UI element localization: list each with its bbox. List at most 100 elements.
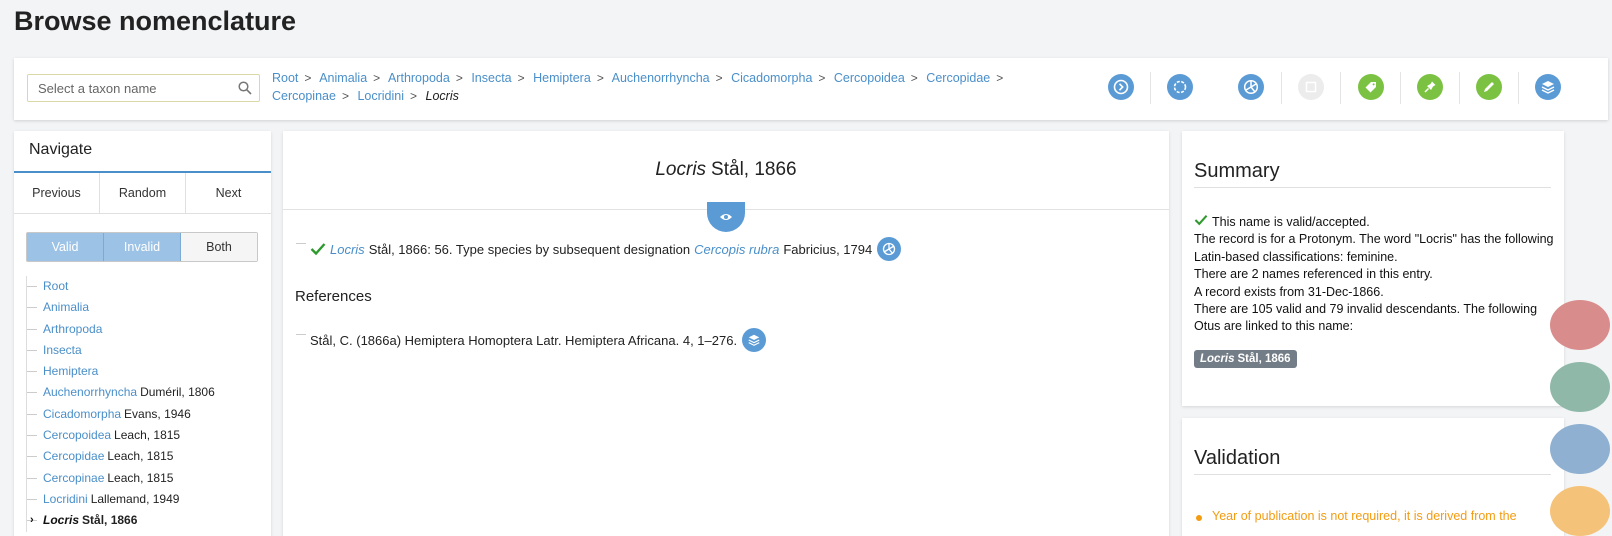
tree-item-link[interactable]: Insecta <box>43 343 82 357</box>
filter-both-button[interactable]: Both <box>181 233 257 261</box>
tree-item-link[interactable]: Auchenorrhyncha <box>43 385 137 399</box>
radial-annotator-icon[interactable] <box>1167 74 1193 100</box>
breadcrumb-separator: > <box>455 71 463 85</box>
page-title: Browse nomenclature <box>14 6 297 36</box>
summary-line: The record is for a Protonym. The word "… <box>1194 232 1554 264</box>
tree-item: Cicadomorpha Evans, 1946 <box>27 404 261 425</box>
summary-text: This name is valid/accepted. The record … <box>1194 214 1554 336</box>
tree-item-link[interactable]: Cercopidae <box>43 449 104 463</box>
record-genus-link[interactable]: Locris <box>330 242 365 257</box>
breadcrumb-separator: > <box>341 88 349 103</box>
tree-item: Arthropoda <box>27 319 261 340</box>
breadcrumb-link[interactable]: Cercopinae <box>272 89 336 103</box>
breadcrumb-link[interactable]: Animalia <box>319 71 367 85</box>
tree-item-link[interactable]: Cercopoidea <box>43 428 111 442</box>
type-species-author: Fabricius, 1794 <box>783 241 873 257</box>
tree-item-author: Duméril, 1806 <box>140 385 215 400</box>
top-bar: Root > Animalia > Arthropoda > Insecta > Hem… <box>14 58 1608 120</box>
tree-item-link[interactable]: Locridini <box>43 492 88 506</box>
previous-button[interactable]: Previous <box>14 173 100 213</box>
breadcrumb-link[interactable]: Arthropoda <box>388 71 450 85</box>
tree-item-link[interactable]: Cercopinae <box>43 471 104 485</box>
tree-item: Locridini Lallemand, 1949 <box>27 489 261 510</box>
tree-item-link[interactable]: Animalia <box>43 300 89 314</box>
next-button[interactable]: Next <box>186 173 271 213</box>
main-panel: Locris Stål, 1866 Locris Stål, 1866: 56.… <box>283 131 1169 536</box>
filter-invalid-button[interactable]: Invalid <box>104 233 181 261</box>
tree-item: Animalia <box>27 297 261 318</box>
breadcrumb-link[interactable]: Cicadomorpha <box>731 71 812 85</box>
radial-object-icon[interactable] <box>1238 74 1264 100</box>
tree-item-link[interactable]: Arthropoda <box>43 322 102 336</box>
tree-current-name: Locris <box>43 513 80 528</box>
otu-author: Stål, 1866 <box>1237 353 1291 365</box>
random-button[interactable]: Random <box>100 173 186 213</box>
pencil-icon[interactable] <box>1476 74 1502 100</box>
breadcrumb-link[interactable]: Auchenorrhyncha <box>612 71 710 85</box>
floating-action-button[interactable] <box>1550 486 1610 536</box>
layers-icon[interactable] <box>742 328 767 352</box>
summary-panel: Summary This name is valid/accepted. The… <box>1182 131 1564 406</box>
otu-badge[interactable]: Locris Stål, 1866 <box>1194 350 1297 368</box>
tree-item: Cercopidae Leach, 1815 <box>27 446 261 467</box>
taxon-search[interactable] <box>27 74 260 102</box>
breadcrumb-separator: > <box>910 71 918 85</box>
search-icon[interactable] <box>238 81 252 95</box>
validation-title: Validation <box>1194 447 1551 475</box>
taxon-title-author: Stål, 1866 <box>711 159 797 180</box>
validation-message: Year of publication is not required, it … <box>1212 509 1517 523</box>
taxon-title: Locris Stål, 1866 <box>283 131 1169 210</box>
tree-item: Insecta <box>27 340 261 361</box>
floating-action-button[interactable] <box>1550 362 1610 412</box>
breadcrumb-separator: > <box>304 71 312 85</box>
tree-item-link[interactable]: Root <box>43 279 68 293</box>
pin-icon[interactable] <box>1417 74 1443 100</box>
otu-genus: Locris <box>1200 353 1235 365</box>
references-title: References <box>295 288 372 305</box>
warning-icon <box>1196 515 1202 521</box>
taxon-title-genus: Locris <box>655 159 707 180</box>
tree-item: Hemiptera <box>27 361 261 382</box>
tree-item-link[interactable]: Hemiptera <box>43 364 98 378</box>
valid-check-icon <box>1194 215 1208 226</box>
summary-line: This name is valid/accepted. <box>1212 215 1370 229</box>
breadcrumb-separator: > <box>596 71 604 85</box>
validation-panel: Validation Year of publication is not re… <box>1182 418 1564 536</box>
tree-item-author: Leach, 1815 <box>107 470 174 485</box>
tree-item-author: Evans, 1946 <box>124 406 191 421</box>
tree-item: Cercopinae Leach, 1815 <box>27 468 261 489</box>
layers-icon[interactable] <box>1535 74 1561 100</box>
tree-item-link[interactable]: Cicadomorpha <box>43 407 121 421</box>
disabled-tool-icon <box>1298 74 1324 100</box>
tree-item-current: › Locris Stål, 1866 <box>27 510 261 531</box>
navigate-title: Navigate <box>14 131 271 173</box>
tag-icon[interactable] <box>1358 74 1384 100</box>
breadcrumb-link[interactable]: Cercopidae <box>926 71 990 85</box>
breadcrumb-link[interactable]: Root <box>272 71 298 85</box>
tree-item: Auchenorrhyncha Duméril, 1806 <box>27 382 261 403</box>
floating-action-button[interactable] <box>1550 424 1610 474</box>
radial-object-icon[interactable] <box>877 237 902 261</box>
record-text: Stål, 1866: 56. Type species by subseque… <box>368 241 691 257</box>
valid-check-icon <box>310 243 326 256</box>
breadcrumb-separator: > <box>373 71 381 85</box>
validity-filter: Valid Invalid Both <box>26 232 258 262</box>
eye-icon[interactable] <box>707 202 745 232</box>
navigate-buttons: Previous Random Next <box>14 173 271 214</box>
tree-item-author: Leach, 1815 <box>107 449 174 464</box>
breadcrumb-separator: > <box>996 71 1004 85</box>
navigate-panel: Navigate Previous Random Next Valid Inva… <box>14 131 271 536</box>
filter-valid-button[interactable]: Valid <box>27 233 104 261</box>
taxonomy-tree: Root Animalia Arthropoda Insecta Hemiptera Au… <box>26 276 261 532</box>
breadcrumb-separator: > <box>818 71 826 85</box>
breadcrumb-link[interactable]: Locridini <box>357 89 404 103</box>
radial-navigator-icon[interactable] <box>1108 74 1134 100</box>
floating-action-button[interactable] <box>1550 300 1610 350</box>
breadcrumb-link[interactable]: Hemiptera <box>533 71 591 85</box>
breadcrumb-link[interactable]: Cercopoidea <box>834 71 905 85</box>
summary-line: A record exists from 31-Dec-1866. <box>1194 284 1384 299</box>
breadcrumb-link[interactable]: Insecta <box>471 71 511 85</box>
breadcrumb-separator: > <box>410 88 418 103</box>
type-species-link[interactable]: Cercopis rubra <box>694 242 779 257</box>
taxon-search-input[interactable] <box>28 75 228 101</box>
